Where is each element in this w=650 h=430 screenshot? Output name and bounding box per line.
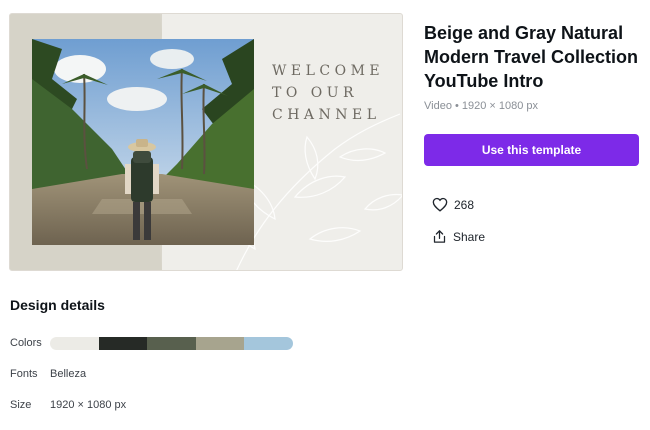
likes-count: 268 xyxy=(454,197,475,212)
color-swatch[interactable] xyxy=(50,337,99,350)
color-swatch[interactable] xyxy=(244,337,293,350)
welcome-text: WELCOME TO OUR CHANNEL xyxy=(272,63,385,123)
color-swatch[interactable] xyxy=(195,337,245,350)
template-meta: Video • 1920 × 1080 px xyxy=(424,100,539,112)
fonts-value: Belleza xyxy=(50,368,87,380)
colors-label: Colors xyxy=(10,337,42,349)
travel-photo xyxy=(32,39,254,245)
color-swatch[interactable] xyxy=(98,337,148,350)
color-swatch[interactable] xyxy=(147,337,196,350)
size-label: Size xyxy=(10,399,32,411)
heart-icon xyxy=(432,197,448,212)
color-palette xyxy=(50,337,293,350)
template-title: Beige and Gray Natural Modern Travel Col… xyxy=(424,23,639,91)
design-details-heading: Design details xyxy=(10,297,105,313)
size-value: 1920 × 1080 px xyxy=(50,399,127,411)
fonts-label: Fonts xyxy=(10,368,38,380)
share-label: Share xyxy=(453,229,486,244)
use-template-button[interactable]: Use this template xyxy=(424,134,639,166)
share-icon xyxy=(433,230,446,243)
like-button[interactable]: 268 xyxy=(432,197,474,212)
template-preview[interactable]: WELCOME TO OUR CHANNEL xyxy=(9,13,403,271)
share-button[interactable]: Share xyxy=(432,229,485,244)
